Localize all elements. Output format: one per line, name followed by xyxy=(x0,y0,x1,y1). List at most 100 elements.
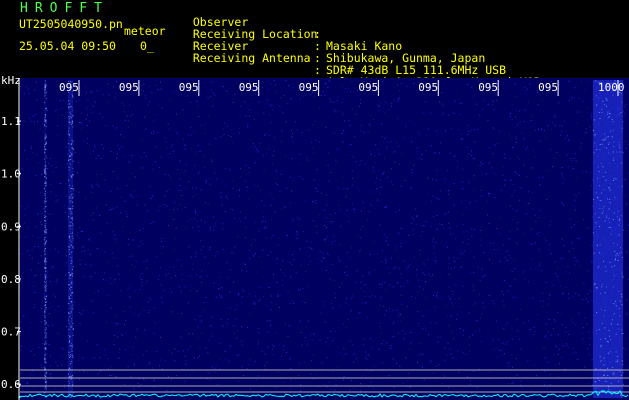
noise-speck xyxy=(289,276,291,277)
noise-speck xyxy=(350,310,352,312)
noise-speck xyxy=(539,129,541,131)
noise-speck xyxy=(543,383,545,385)
noise-speck xyxy=(434,260,435,262)
noise-speck xyxy=(290,98,292,100)
noise-speck xyxy=(76,235,78,236)
noise-speck xyxy=(29,254,31,256)
noise-speck xyxy=(307,286,309,288)
noise-speck xyxy=(466,230,468,232)
noise-speck xyxy=(622,152,624,154)
noise-speck xyxy=(127,288,129,290)
noise-speck xyxy=(595,388,597,389)
noise-speck xyxy=(44,312,46,314)
noise-speck xyxy=(590,290,592,292)
noise-speck xyxy=(558,84,560,86)
noise-speck xyxy=(576,260,578,262)
noise-speck xyxy=(519,384,521,386)
noise-speck xyxy=(369,203,371,205)
noise-speck xyxy=(515,357,517,359)
noise-speck xyxy=(312,354,314,356)
noise-speck xyxy=(360,99,362,101)
noise-speck xyxy=(302,178,304,180)
noise-speck xyxy=(197,173,199,174)
noise-speck xyxy=(567,346,569,348)
noise-speck xyxy=(71,185,73,187)
noise-speck xyxy=(254,145,256,147)
noise-speck xyxy=(471,228,473,230)
noise-speck xyxy=(72,328,74,330)
noise-speck xyxy=(45,335,47,337)
noise-speck xyxy=(272,199,274,201)
noise-speck xyxy=(44,225,46,226)
time-tick-label: 095 xyxy=(299,81,319,94)
noise-speck xyxy=(350,397,352,399)
noise-speck xyxy=(421,158,423,160)
noise-speck xyxy=(287,103,289,105)
noise-speck xyxy=(44,86,46,88)
noise-speck xyxy=(421,366,423,368)
noise-speck xyxy=(190,134,192,136)
noise-speck xyxy=(343,376,345,377)
noise-speck xyxy=(134,176,136,178)
noise-speck xyxy=(608,142,610,144)
noise-speck xyxy=(169,153,171,155)
noise-speck xyxy=(596,287,598,289)
noise-speck xyxy=(488,294,490,296)
noise-speck xyxy=(267,88,269,90)
noise-speck xyxy=(446,354,448,356)
noise-speck xyxy=(435,260,437,262)
noise-speck xyxy=(283,95,285,96)
noise-speck xyxy=(218,288,220,290)
noise-speck xyxy=(22,168,23,170)
noise-speck xyxy=(411,141,413,143)
noise-speck xyxy=(462,137,464,139)
noise-speck xyxy=(38,262,40,264)
noise-speck xyxy=(69,345,71,347)
noise-speck xyxy=(472,96,474,98)
noise-speck xyxy=(46,295,48,297)
noise-speck xyxy=(488,103,490,105)
noise-speck xyxy=(89,120,91,122)
noise-speck xyxy=(52,171,54,173)
noise-speck xyxy=(268,287,270,288)
noise-speck xyxy=(323,224,325,226)
noise-speck xyxy=(119,348,121,350)
noise-speck xyxy=(184,286,186,288)
noise-speck xyxy=(362,226,364,228)
noise-speck xyxy=(382,362,384,364)
noise-speck xyxy=(422,112,424,114)
noise-speck xyxy=(157,131,159,133)
noise-speck xyxy=(316,169,318,171)
noise-speck xyxy=(44,331,46,333)
noise-speck xyxy=(617,361,619,363)
noise-speck xyxy=(602,166,604,168)
noise-speck xyxy=(213,92,215,94)
noise-speck xyxy=(31,257,33,259)
noise-speck xyxy=(90,191,92,193)
noise-speck xyxy=(596,312,598,314)
noise-speck xyxy=(70,244,72,246)
noise-speck xyxy=(68,373,69,375)
noise-speck xyxy=(598,216,600,218)
noise-speck xyxy=(147,104,149,106)
noise-speck xyxy=(384,207,386,209)
noise-speck xyxy=(61,114,63,116)
noise-speck xyxy=(373,241,375,243)
noise-speck xyxy=(45,302,46,303)
noise-speck xyxy=(55,387,57,389)
noise-speck xyxy=(328,80,330,82)
noise-speck xyxy=(447,267,449,269)
noise-speck xyxy=(55,281,57,283)
noise-speck xyxy=(108,262,110,263)
noise-speck xyxy=(400,294,402,296)
noise-speck xyxy=(200,249,202,251)
noise-speck xyxy=(623,394,625,396)
noise-speck xyxy=(267,255,269,257)
noise-speck xyxy=(72,323,74,324)
noise-speck xyxy=(68,130,70,132)
noise-speck xyxy=(44,379,46,381)
noise-speck xyxy=(45,228,47,230)
noise-speck xyxy=(378,100,380,102)
noise-speck xyxy=(312,220,314,222)
noise-speck xyxy=(214,223,216,225)
